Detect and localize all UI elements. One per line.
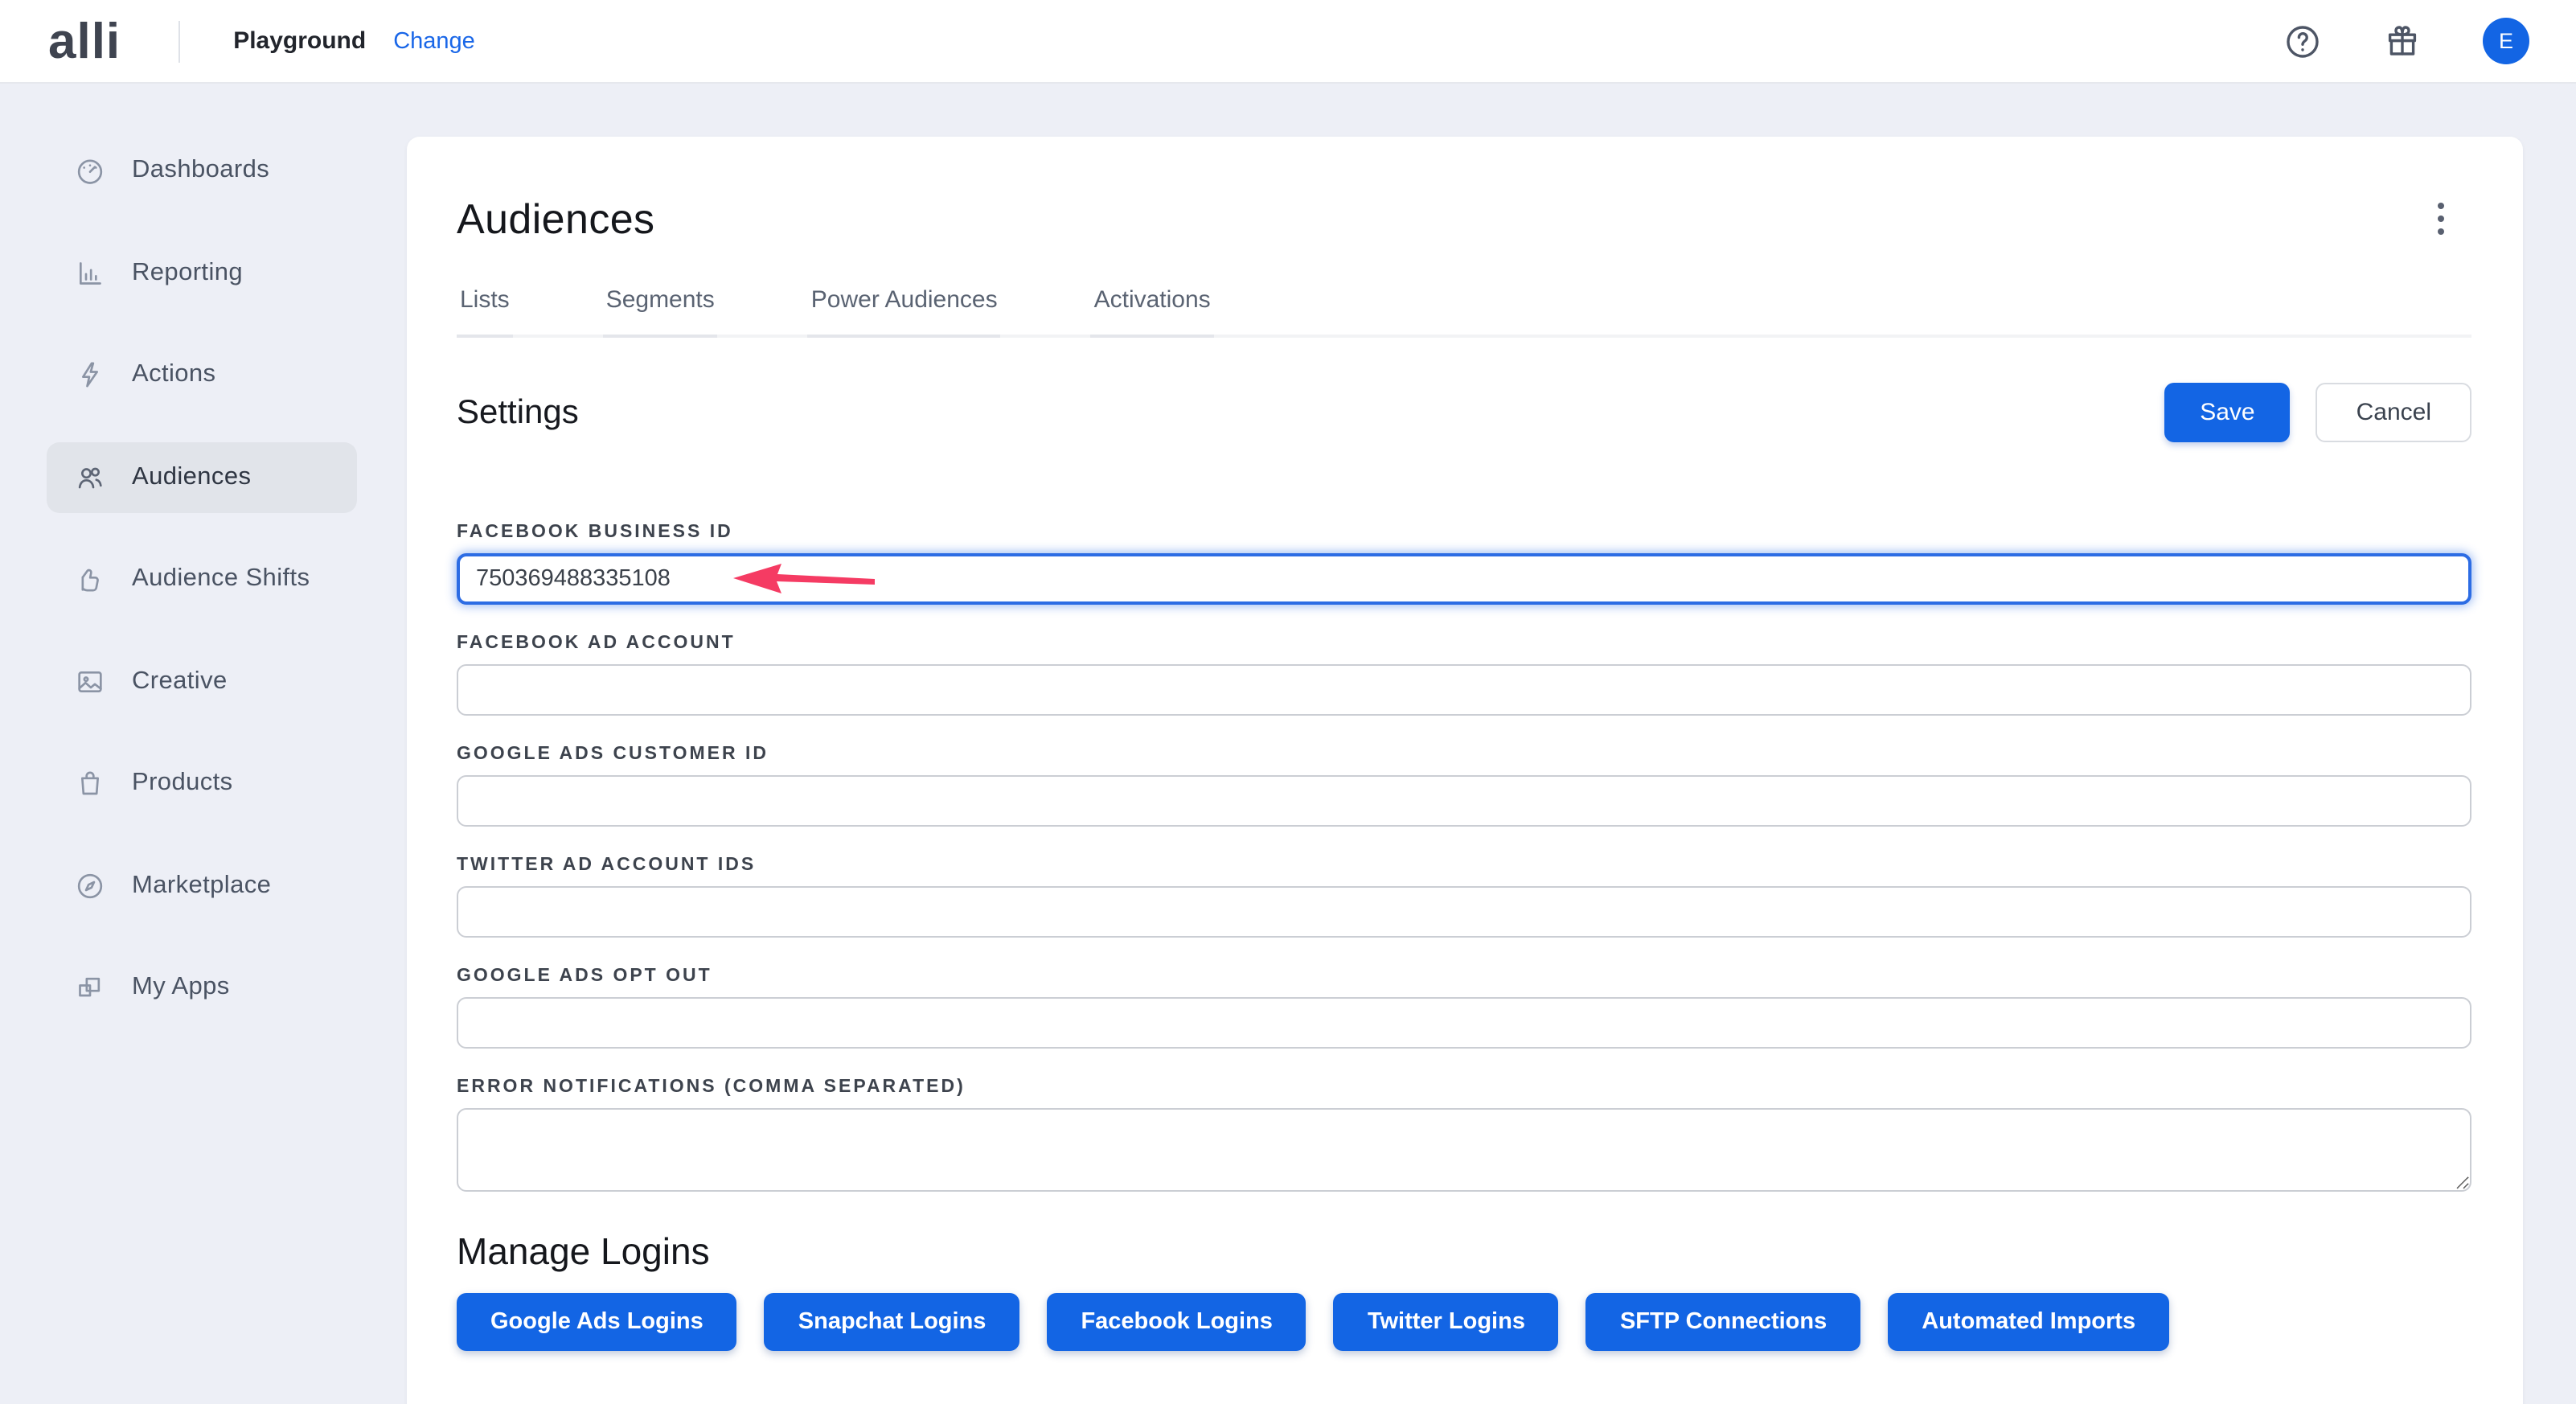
page-title: Audiences <box>457 195 2471 244</box>
field-google-ads-opt-out: GOOGLE ADS OPT OUT <box>457 967 2471 1049</box>
field-facebook-ad-account: FACEBOOK AD ACCOUNT <box>457 634 2471 716</box>
google-ads-customer-id-input[interactable] <box>457 775 2471 827</box>
lightning-icon <box>74 359 106 391</box>
field-label: GOOGLE ADS CUSTOMER ID <box>457 745 2471 764</box>
kebab-menu-icon[interactable] <box>2426 198 2455 240</box>
workspace-name: Playground <box>233 27 366 55</box>
manage-logins-buttons: Google Ads Logins Snapchat Logins Facebo… <box>457 1293 2471 1351</box>
image-icon <box>74 665 106 697</box>
bar-chart-icon <box>74 257 106 289</box>
google-ads-logins-button[interactable]: Google Ads Logins <box>457 1293 737 1351</box>
field-label: FACEBOOK AD ACCOUNT <box>457 634 2471 653</box>
field-facebook-business-id: FACEBOOK BUSINESS ID <box>457 523 2471 605</box>
apps-icon <box>74 971 106 1004</box>
google-ads-opt-out-input[interactable] <box>457 997 2471 1049</box>
sidebar-item-marketplace[interactable]: Marketplace <box>47 850 357 921</box>
sidebar-item-label: Marketplace <box>132 871 271 900</box>
section-title: Settings <box>457 393 579 432</box>
snapchat-logins-button[interactable]: Snapchat Logins <box>765 1293 1020 1351</box>
field-label: FACEBOOK BUSINESS ID <box>457 523 2471 542</box>
tab-lists[interactable]: Lists <box>457 286 513 338</box>
sidebar-item-audiences[interactable]: Audiences <box>47 441 357 512</box>
topbar-divider <box>178 20 180 62</box>
sidebar-item-label: Actions <box>132 360 215 389</box>
sidebar-item-reporting[interactable]: Reporting <box>47 237 357 308</box>
save-button[interactable]: Save <box>2164 383 2290 442</box>
field-label: TWITTER AD ACCOUNT IDS <box>457 856 2471 875</box>
twitter-ad-account-ids-input[interactable] <box>457 886 2471 938</box>
facebook-business-id-input[interactable] <box>457 553 2471 605</box>
tab-power-audiences[interactable]: Power Audiences <box>808 286 1001 338</box>
topbar-actions: E <box>2283 18 2529 64</box>
automated-imports-button[interactable]: Automated Imports <box>1888 1293 2169 1351</box>
settings-header-row: Settings Save Cancel <box>457 383 2471 442</box>
sidebar-item-my-apps[interactable]: My Apps <box>47 952 357 1023</box>
field-twitter-ad-account-ids: TWITTER AD ACCOUNT IDS <box>457 856 2471 938</box>
help-circle-icon[interactable] <box>2283 22 2322 60</box>
field-label: ERROR NOTIFICATIONS (COMMA SEPARATED) <box>457 1078 2471 1097</box>
sidebar-item-label: Creative <box>132 667 228 696</box>
settings-actions: Save Cancel <box>2164 383 2471 442</box>
gauge-icon <box>74 154 106 187</box>
sidebar-item-audience-shifts[interactable]: Audience Shifts <box>47 544 357 614</box>
sftp-connections-button[interactable]: SFTP Connections <box>1586 1293 1860 1351</box>
user-avatar[interactable]: E <box>2483 18 2529 64</box>
audiences-card: Audiences Lists Segments Power Audiences… <box>407 137 2523 1404</box>
topbar: alli Playground Change E <box>0 0 2576 84</box>
tab-bar: Lists Segments Power Audiences Activatio… <box>457 286 2471 338</box>
bag-icon <box>74 767 106 799</box>
sidebar-item-label: Dashboards <box>132 156 269 185</box>
twitter-logins-button[interactable]: Twitter Logins <box>1334 1293 1559 1351</box>
sidebar-item-products[interactable]: Products <box>47 748 357 819</box>
field-error-notifications: ERROR NOTIFICATIONS (COMMA SEPARATED) <box>457 1078 2471 1200</box>
sidebar-item-label: Audience Shifts <box>132 564 310 593</box>
error-notifications-textarea[interactable] <box>457 1108 2471 1192</box>
sidebar-item-creative[interactable]: Creative <box>47 646 357 716</box>
people-icon <box>74 461 106 493</box>
manage-logins-title: Manage Logins <box>457 1230 2471 1274</box>
gift-icon[interactable] <box>2383 22 2422 60</box>
sidebar-item-label: Products <box>132 769 233 798</box>
settings-form: FACEBOOK BUSINESS ID FACEBOOK AD ACCOUNT… <box>457 523 2471 1200</box>
sidebar-item-actions[interactable]: Actions <box>47 339 357 410</box>
facebook-ad-account-input[interactable] <box>457 664 2471 716</box>
compass-icon <box>74 869 106 901</box>
tab-activations[interactable]: Activations <box>1091 286 1214 338</box>
sidebar-item-label: My Apps <box>132 973 230 1002</box>
sidebar-item-label: Audiences <box>132 462 251 491</box>
sidebar-item-dashboards[interactable]: Dashboards <box>47 135 357 206</box>
sidebar-item-label: Reporting <box>132 258 243 287</box>
facebook-logins-button[interactable]: Facebook Logins <box>1047 1293 1306 1351</box>
cancel-button[interactable]: Cancel <box>2316 383 2471 442</box>
tab-segments[interactable]: Segments <box>603 286 718 338</box>
thumbs-up-icon <box>74 563 106 595</box>
app-root: alli Playground Change E Dashboards Repo <box>0 0 2576 1404</box>
field-google-ads-customer-id: GOOGLE ADS CUSTOMER ID <box>457 745 2471 827</box>
change-workspace-link[interactable]: Change <box>393 28 475 54</box>
field-label: GOOGLE ADS OPT OUT <box>457 967 2471 986</box>
sidebar: Dashboards Reporting Actions Audiences A <box>0 84 405 1404</box>
alli-logo: alli <box>48 16 121 66</box>
